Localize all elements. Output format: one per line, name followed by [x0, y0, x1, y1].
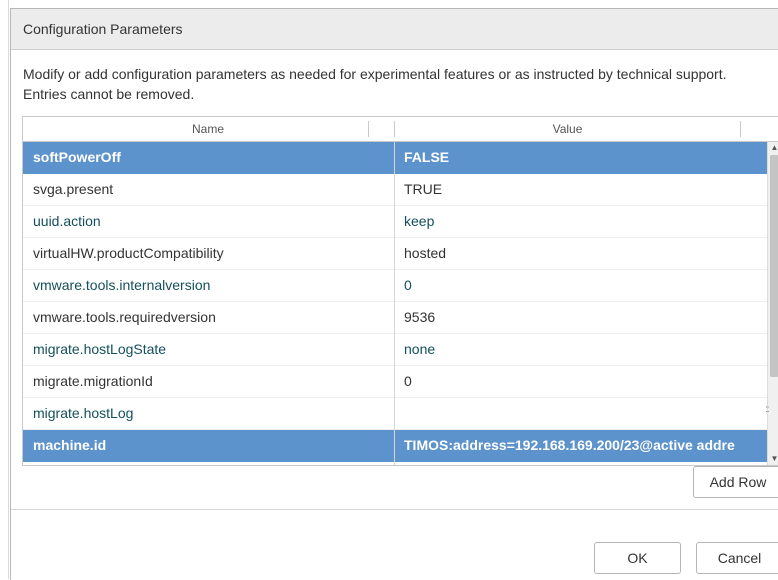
- param-value[interactable]: TIMOS:address=192.168.169.200/23@active …: [404, 430, 760, 461]
- dialog-titlebar[interactable]: Configuration Parameters: [11, 9, 778, 50]
- table-row[interactable]: softPowerOff FALSE: [23, 142, 767, 174]
- table-row[interactable]: uuid.action keep: [23, 206, 767, 238]
- column-divider-line: [394, 142, 395, 465]
- vertical-scrollbar[interactable]: ▲ ▼: [767, 142, 778, 465]
- param-name: migrate.hostLogState: [33, 341, 167, 357]
- param-name: vmware.tools.requiredversion: [33, 309, 216, 325]
- scrollbar-thumb[interactable]: [770, 155, 778, 377]
- add-row-button[interactable]: Add Row: [693, 466, 778, 498]
- footer-divider: [11, 509, 778, 510]
- grid-body: softPowerOff FALSE svga.present TRUE uui…: [23, 142, 767, 465]
- param-name: migrate.hostLog: [33, 405, 134, 421]
- column-resize-handle[interactable]: [740, 121, 741, 137]
- table-row[interactable]: migrate.hostLog: [23, 398, 767, 430]
- triangle-up-icon[interactable]: ▲: [768, 142, 778, 154]
- table-row[interactable]: migrate.migrationId 0: [23, 366, 767, 398]
- column-resize-handle[interactable]: [368, 121, 369, 137]
- cancel-button[interactable]: Cancel: [696, 542, 778, 574]
- table-row[interactable]: vmware.tools.requiredversion 9536: [23, 302, 767, 334]
- param-name: softPowerOff: [33, 149, 121, 165]
- column-header-value[interactable]: Value: [395, 117, 740, 141]
- table-row[interactable]: machine.id TIMOS:address=192.168.169.200…: [23, 430, 767, 462]
- table-row[interactable]: svga.present TRUE: [23, 174, 767, 206]
- param-value[interactable]: [404, 398, 760, 429]
- param-name: svga.present: [33, 181, 114, 197]
- grip-icon[interactable]: ::: [765, 404, 769, 415]
- background-window-edge: [0, 0, 9, 579]
- param-value[interactable]: keep: [404, 206, 760, 237]
- param-name: uuid.action: [33, 213, 101, 229]
- param-value[interactable]: FALSE: [404, 142, 760, 173]
- configuration-parameters-dialog: Configuration Parameters Modify or add c…: [10, 8, 778, 580]
- param-value[interactable]: 0: [404, 270, 760, 301]
- table-row[interactable]: vmware.tools.internalversion 0: [23, 270, 767, 302]
- param-value[interactable]: hosted: [404, 238, 760, 269]
- param-name: migrate.migrationId: [33, 373, 153, 389]
- triangle-down-icon[interactable]: ▼: [768, 453, 778, 465]
- param-value[interactable]: none: [404, 334, 760, 365]
- param-value[interactable]: TRUE: [404, 174, 760, 205]
- ok-button[interactable]: OK: [594, 542, 681, 574]
- param-name: machine.id: [33, 437, 107, 453]
- param-name: virtualHW.productCompatibility: [33, 245, 224, 261]
- parameters-grid: Name Value softPowerOff FALSE svga.prese…: [22, 116, 778, 466]
- grid-header: Name Value: [23, 117, 778, 142]
- param-value[interactable]: 0: [404, 366, 760, 397]
- column-header-name[interactable]: Name: [23, 117, 393, 141]
- dialog-title: Configuration Parameters: [23, 21, 183, 37]
- table-row[interactable]: virtualHW.productCompatibility hosted: [23, 238, 767, 270]
- param-value[interactable]: 9536: [404, 302, 760, 333]
- param-name: vmware.tools.internalversion: [33, 277, 211, 293]
- table-row[interactable]: migrate.hostLogState none: [23, 334, 767, 366]
- dialog-description: Modify or add configuration parameters a…: [23, 66, 727, 102]
